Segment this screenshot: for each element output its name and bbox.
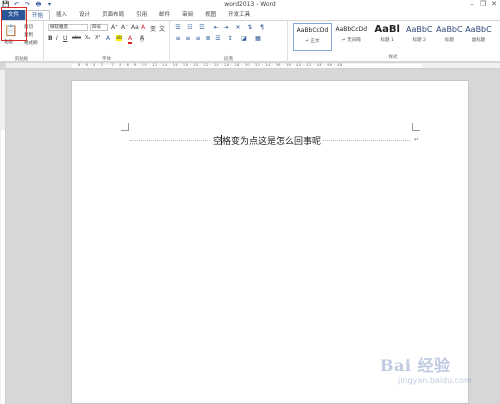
clipboard-group-label: 剪贴板 <box>14 57 29 62</box>
justify-icon[interactable]: ≣ <box>204 35 212 43</box>
font-color-button[interactable]: A <box>128 35 133 44</box>
font-group-label: 字体 <box>102 57 111 62</box>
tab-review[interactable]: 审阅 <box>176 10 199 20</box>
ribbon: 📋 粘贴 剪切 复制 格式刷 剪贴板 微软雅黑 四号 A⁺ A⁻ Aa A 变 … <box>0 20 500 63</box>
chinese-layout-icon[interactable]: ✕ <box>234 24 242 32</box>
style-subtitle[interactable]: AaBbC 副标题 <box>464 23 493 51</box>
restore-icon[interactable]: ❐ <box>479 0 487 8</box>
paste-button[interactable]: 粘贴 <box>4 39 13 45</box>
baidu-watermark: Bai 经验 jingyan.baidu.com <box>380 352 495 400</box>
style-name: 标题 2 <box>412 38 426 43</box>
watermark-url: jingyan.baidu.com <box>398 376 472 385</box>
margin-corner-mark <box>121 123 129 131</box>
subscript-button[interactable]: X₂ <box>85 35 90 41</box>
paragraph-group: ☰ ☷ ☲ ⇤ ⇥ ✕ ⇅ ¶ ≡ ≡ ≡ ≣ ☰ ↕ ◪ ▦ 段落 <box>170 21 288 63</box>
window-controls: – ❐ ✕ <box>468 0 498 8</box>
change-case-button[interactable]: Aa <box>131 24 139 31</box>
watermark-logo: Bai 经验 <box>380 356 451 375</box>
style-name: ↵ 无间隔 <box>341 38 361 43</box>
title-bar: 💾 ↶ ↷ 🖶 ▾ word2013 - Word – ❐ ✕ <box>0 0 500 10</box>
tab-insert[interactable]: 插入 <box>50 10 73 20</box>
align-right-icon[interactable]: ≡ <box>194 35 202 43</box>
show-marks-icon[interactable]: ¶ <box>258 24 266 32</box>
vertical-ruler[interactable] <box>0 70 6 404</box>
style-heading-2[interactable]: AaBbC 标题 2 <box>404 23 435 51</box>
increase-indent-icon[interactable]: ⇥ <box>222 24 230 32</box>
paste-icon[interactable]: 📋 <box>4 25 18 37</box>
italic-button[interactable]: I <box>56 35 58 42</box>
tab-view[interactable]: 视图 <box>199 10 222 20</box>
decrease-indent-icon[interactable]: ⇤ <box>212 24 220 32</box>
window-title: word2013 - Word <box>224 1 276 8</box>
style-preview: AaBbC <box>465 25 492 34</box>
clipboard-group: 📋 粘贴 剪切 复制 格式刷 剪贴板 <box>0 21 44 63</box>
style-name: 标题 1 <box>380 38 394 43</box>
strikethrough-button[interactable]: abc <box>72 35 81 41</box>
paragraph-mark: ↵ <box>414 136 420 143</box>
cut-button[interactable]: 剪切 <box>24 24 33 30</box>
tab-developer[interactable]: 开发工具 <box>222 10 256 20</box>
clear-format-button[interactable]: A <box>141 24 145 31</box>
tab-file[interactable]: 文件 <box>2 10 26 20</box>
style-name: 标题 <box>444 38 454 43</box>
char-border-button[interactable]: 文 <box>159 24 165 33</box>
style-title[interactable]: AaBbC 标题 <box>435 23 464 51</box>
multilevel-list-icon[interactable]: ☲ <box>198 24 206 32</box>
highlight-button[interactable]: ab <box>116 35 123 41</box>
styles-gallery: AaBbCcDd ↵ 正文 AaBbCcDd ↵ 无间隔 AaBl 标题 1 A… <box>293 23 493 53</box>
ruler-text-area <box>1 130 5 404</box>
style-preview: AaBbCcDd <box>335 26 368 33</box>
style-name: 副标题 <box>471 38 486 43</box>
style-normal[interactable]: AaBbCcDd ↵ 正文 <box>293 23 332 51</box>
align-left-icon[interactable]: ≡ <box>174 35 182 43</box>
underline-button[interactable]: U <box>63 35 67 42</box>
line-spacing-icon[interactable]: ↕ <box>226 35 234 43</box>
font-name-select[interactable]: 微软雅黑 <box>48 24 88 31</box>
style-preview: AaBbC <box>436 25 463 34</box>
bullets-icon[interactable]: ☰ <box>174 24 182 32</box>
document-text[interactable]: 空格变为点这是怎么回事呢 <box>211 134 324 147</box>
text-cursor <box>221 135 222 145</box>
bold-button[interactable]: B <box>48 35 53 42</box>
horizontal-ruler[interactable]: 8 · 6 · 4 · 2 · · 2 · 4 · 6 · 8 · 10 · 1… <box>6 63 500 69</box>
tab-mailings[interactable]: 邮件 <box>153 10 176 20</box>
tab-references[interactable]: 引用 <box>130 10 153 20</box>
styles-group-label: 样式 <box>388 55 398 60</box>
borders-icon[interactable]: ▦ <box>254 35 262 43</box>
margin-corner-mark <box>412 123 420 131</box>
close-icon[interactable]: ✕ <box>490 0 498 8</box>
copy-button[interactable]: 复制 <box>24 32 33 38</box>
tab-design[interactable]: 设计 <box>73 10 96 20</box>
superscript-button[interactable]: X² <box>95 35 100 41</box>
numbering-icon[interactable]: ☷ <box>186 24 194 32</box>
paragraph-group-label: 段落 <box>224 57 233 62</box>
style-heading-1[interactable]: AaBl 标题 1 <box>371 23 404 51</box>
font-size-select[interactable]: 四号 <box>90 24 108 31</box>
font-group: 微软雅黑 四号 A⁺ A⁻ Aa A 变 文 B I U abc X₂ X² A… <box>44 21 170 63</box>
text-effects-button[interactable]: A <box>106 35 110 42</box>
char-shading-button[interactable]: A <box>140 35 145 42</box>
shrink-font-button[interactable]: A⁻ <box>121 24 128 31</box>
format-painter-button[interactable]: 格式刷 <box>24 40 38 46</box>
ribbon-tabs: 文件 开始 插入 设计 页面布局 引用 邮件 审阅 视图 开发工具 <box>0 9 500 21</box>
style-preview: AaBbC <box>405 25 433 34</box>
style-name: ↵ 正文 <box>305 39 320 44</box>
tab-home[interactable]: 开始 <box>25 9 51 21</box>
sort-icon[interactable]: ⇅ <box>246 24 254 32</box>
distributed-icon[interactable]: ☰ <box>214 35 222 43</box>
minimize-icon[interactable]: – <box>468 0 476 8</box>
tab-page-layout[interactable]: 页面布局 <box>96 10 130 20</box>
ruler-numbers: 8 · 6 · 4 · 2 · · 2 · 4 · 6 · 8 · 10 · 1… <box>78 63 343 67</box>
style-no-spacing[interactable]: AaBbCcDd ↵ 无间隔 <box>332 23 371 51</box>
grow-font-button[interactable]: A⁺ <box>111 24 118 31</box>
pinyin-button[interactable]: 变 <box>150 24 156 33</box>
style-preview: AaBbCcDd <box>296 27 329 34</box>
align-center-icon[interactable]: ≡ <box>184 35 192 43</box>
shading-icon[interactable]: ◪ <box>240 35 248 43</box>
style-preview: AaBl <box>374 24 400 35</box>
